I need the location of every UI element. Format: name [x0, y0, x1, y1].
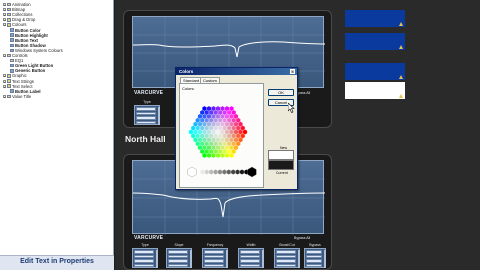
palette-gray-cell[interactable] — [199, 169, 205, 175]
expand-icon[interactable]: + — [3, 18, 6, 22]
expand-icon[interactable]: + — [3, 74, 6, 78]
room-label: North Hall — [125, 134, 166, 144]
palette-gray-cell[interactable] — [226, 169, 232, 175]
param-list-bypass[interactable] — [304, 248, 326, 268]
expand-icon[interactable]: + — [3, 94, 6, 98]
color-swatch[interactable] — [345, 10, 405, 27]
palette-color-cell[interactable] — [242, 129, 248, 135]
param-header-boost-cut: Boost/Cut — [279, 243, 295, 247]
palette-gray-cell[interactable] — [235, 169, 240, 175]
folder-icon — [7, 12, 11, 17]
expand-icon[interactable]: + — [3, 79, 6, 83]
dialog-title: Colors — [179, 69, 194, 74]
param-header-type: Type — [143, 100, 151, 104]
property-icon — [10, 63, 14, 68]
warning-icon — [399, 94, 403, 98]
palette-gray-cell[interactable] — [222, 169, 227, 175]
expand-icon[interactable]: + — [3, 54, 6, 58]
property-icon — [10, 48, 14, 53]
param-list-width[interactable] — [238, 248, 264, 268]
expand-icon[interactable]: + — [3, 8, 6, 12]
param-header-slope: Slope — [174, 243, 184, 247]
param-list-slope[interactable] — [166, 248, 192, 268]
expand-icon[interactable]: + — [3, 84, 6, 88]
brand-label: VARCURVE — [134, 235, 164, 241]
folder-icon — [7, 2, 11, 7]
param-list-boost-cut[interactable] — [274, 248, 300, 268]
property-icon — [10, 89, 14, 93]
palette-gray-cell[interactable] — [230, 169, 236, 175]
folder-icon — [7, 74, 11, 78]
color-swatch[interactable] — [345, 63, 405, 80]
tree-item[interactable]: + Value Title — [3, 94, 31, 99]
param-header-type: Type — [141, 243, 149, 247]
palette-gray-cell[interactable] — [208, 169, 214, 175]
color-swatch[interactable] — [345, 82, 405, 99]
colors-label: Colors: — [182, 86, 195, 91]
mouse-pointer-icon — [288, 103, 295, 113]
property-icon — [10, 69, 14, 73]
expand-icon[interactable]: + — [3, 3, 6, 7]
current-color-preview — [268, 160, 294, 170]
property-icon — [10, 28, 14, 32]
palette-gray-cell[interactable] — [204, 169, 210, 175]
new-color-preview — [268, 150, 294, 160]
tab-standard[interactable]: Standard — [180, 77, 203, 83]
param-header-width: Width — [246, 243, 256, 247]
param-list-type[interactable] — [132, 248, 158, 268]
palette-large-cell[interactable] — [247, 166, 257, 178]
tree-item-label: Value Title — [12, 93, 32, 99]
warning-icon — [399, 75, 403, 79]
palette-large-cell[interactable] — [187, 166, 197, 178]
param-list-type[interactable] — [134, 105, 160, 125]
folder-icon — [7, 53, 11, 58]
folder-icon — [7, 84, 11, 88]
colors-dialog: Colors × Standard Custom Colors: OK Canc… — [175, 67, 298, 190]
param-header-frequency: Frequency — [206, 243, 224, 247]
dialog-titlebar[interactable] — [176, 68, 297, 75]
expand-icon[interactable]: + — [3, 23, 6, 27]
property-icon — [10, 33, 14, 37]
property-icon — [10, 38, 14, 42]
palette-gray-cell[interactable] — [213, 169, 218, 175]
property-tree-panel: + Animation + Bitmap + Collections + Drag & Dro… — [0, 0, 114, 270]
property-icon — [10, 43, 14, 48]
folder-icon — [7, 23, 11, 27]
tab-custom[interactable]: Custom — [200, 77, 220, 83]
palette-gray-cell[interactable] — [239, 169, 245, 175]
warning-icon — [399, 45, 403, 49]
folder-icon — [7, 7, 11, 12]
close-button[interactable]: × — [290, 69, 295, 74]
bypass-all-label: Bypass All — [294, 236, 311, 240]
color-hexagon-palette[interactable] — [184, 92, 260, 184]
palette-gray-cell[interactable] — [217, 169, 223, 175]
color-swatch[interactable] — [345, 33, 405, 50]
folder-icon — [7, 94, 11, 99]
expand-icon[interactable]: + — [3, 13, 6, 17]
ok-button[interactable]: OK — [268, 89, 294, 96]
brand-label: VARCURVE — [134, 90, 164, 96]
warning-icon — [399, 22, 403, 26]
folder-icon — [7, 18, 11, 22]
param-header-bypass: Bypass — [309, 243, 321, 247]
folder-icon — [7, 79, 11, 83]
param-list-frequency[interactable] — [202, 248, 228, 268]
current-color-label: Current — [276, 171, 288, 175]
folder-icon — [10, 58, 14, 63]
caption-text: Edit Text in Properties — [20, 258, 94, 265]
